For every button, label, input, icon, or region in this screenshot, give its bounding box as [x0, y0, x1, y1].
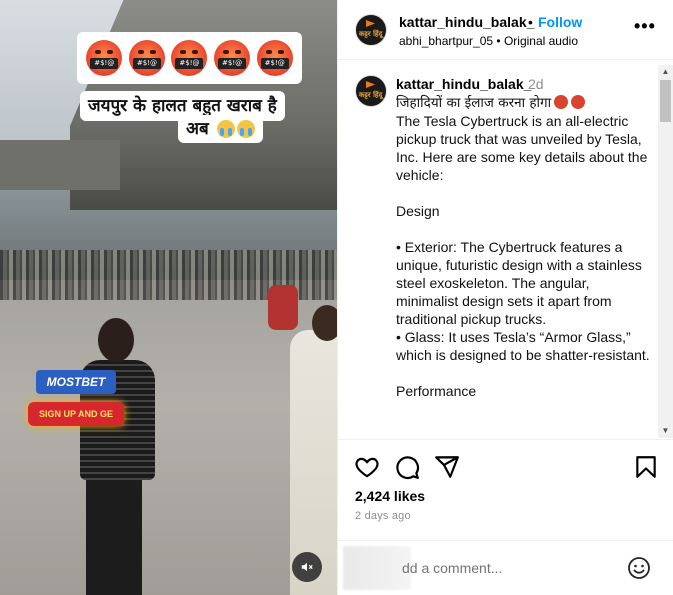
comment-text: The Tesla Cybertruck is an all-electric …: [396, 113, 650, 399]
save-bookmark-icon[interactable]: [633, 454, 659, 480]
comment-input[interactable]: dd a comment...: [402, 560, 502, 576]
follow-button[interactable]: Follow: [538, 14, 582, 30]
caption-comment: कट्टर हिंदू kattar_hindu_balak_ 2d जिहाद…: [338, 61, 673, 439]
like-heart-icon[interactable]: [354, 454, 380, 480]
comments-scrollbar[interactable]: ▲ ▼: [658, 65, 673, 438]
video-person-red: [268, 285, 298, 330]
header-username[interactable]: kattar_hindu_balak_: [399, 14, 534, 30]
comment-body: जिहादियों का ईलाज करना होगा The Tesla Cy…: [396, 93, 654, 400]
mute-button[interactable]: [292, 552, 322, 582]
avatar[interactable]: कट्टर हिंदू: [355, 14, 387, 46]
post-side-panel: कट्टर हिंदू kattar_hindu_balak_ • Follow…: [337, 0, 673, 595]
video-overpass-left: [0, 140, 120, 190]
cursing-face-icon: #$!@: [86, 40, 123, 76]
video-caption-line2: अब: [178, 115, 263, 143]
header-subtitle[interactable]: abhi_bhartpur_05 • Original audio: [399, 34, 578, 48]
post-header: कट्टर हिंदू kattar_hindu_balak_ • Follow…: [338, 0, 673, 60]
add-comment-bar: dd a comment...: [338, 540, 673, 595]
crying-face-icon: [216, 120, 235, 138]
post-video[interactable]: #$!@ #$!@ #$!@ #$!@ #$!@ जयपुर के हालत ब…: [0, 0, 337, 595]
video-caption-line2-text: अब: [186, 119, 209, 139]
share-send-icon[interactable]: [434, 454, 460, 480]
angry-face-icon: [571, 95, 586, 109]
scroll-thumb[interactable]: [660, 80, 671, 122]
likes-count[interactable]: 2,424 likes: [355, 488, 425, 504]
post-date[interactable]: 2 days ago: [355, 510, 411, 522]
cursing-face-icon: #$!@: [214, 40, 251, 76]
comment-bubble-icon[interactable]: [394, 454, 420, 480]
ad-signup-button[interactable]: SIGN UP AND GE: [28, 402, 124, 426]
comment-hindi-line: जिहादियों का ईलाज करना होगा: [396, 95, 552, 111]
video-person-legs: [86, 478, 142, 595]
ad-brand: MOSTBET: [36, 370, 116, 394]
angry-face-icon: [554, 95, 569, 109]
avatar[interactable]: कट्टर हिंदू: [355, 75, 387, 107]
cursing-face-icon: #$!@: [171, 40, 208, 76]
avatar-text: कट्टर हिंदू: [359, 91, 383, 99]
comment-time[interactable]: 2d: [528, 76, 544, 92]
more-options-button[interactable]: •••: [634, 16, 656, 37]
angry-emoji-strip: #$!@ #$!@ #$!@ #$!@ #$!@: [77, 32, 302, 84]
scroll-down-arrow-icon[interactable]: ▼: [658, 424, 673, 438]
crying-face-icon: [236, 120, 255, 138]
scroll-up-arrow-icon[interactable]: ▲: [658, 65, 673, 79]
flag-icon: [366, 20, 375, 27]
video-person-right-head: [312, 305, 337, 341]
cursing-face-icon: #$!@: [128, 40, 165, 76]
cursing-face-icon: #$!@: [256, 40, 293, 76]
blurred-region: [343, 546, 411, 590]
header-separator: •: [528, 14, 533, 30]
post-actions: 2,424 likes 2 days ago: [338, 439, 673, 539]
speaker-muted-icon: [301, 562, 313, 572]
video-person-head: [98, 318, 134, 362]
emoji-smiley-icon[interactable]: [627, 556, 651, 580]
avatar-text: कट्टर हिंदू: [359, 30, 383, 38]
flag-icon: [366, 81, 375, 88]
ad-overlay[interactable]: MOSTBET SIGN UP AND GE: [28, 368, 126, 430]
comment-username[interactable]: kattar_hindu_balak_: [396, 76, 531, 92]
